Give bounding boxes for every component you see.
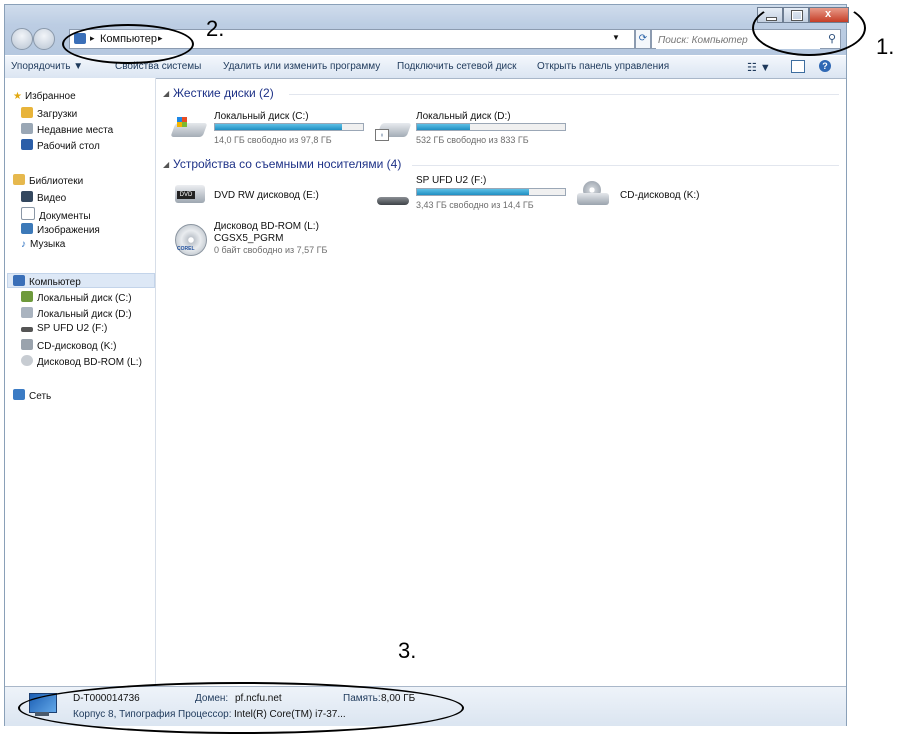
drive-name: SP UFD U2 (F:) — [416, 175, 487, 186]
documents-icon — [21, 207, 35, 220]
usage-fill — [215, 124, 343, 130]
free-space-text: 0 байт свободно из 7,57 ГБ — [214, 245, 328, 255]
hard-drive-icon — [21, 307, 33, 318]
music-icon: ♪ — [21, 239, 26, 250]
sidebar-item-network[interactable]: Сеть — [13, 389, 51, 402]
sidebar-item-desktop[interactable]: Рабочий стол — [21, 139, 100, 152]
preview-pane-icon[interactable] — [791, 60, 805, 73]
star-icon: ★ — [13, 91, 22, 102]
drive-name: Локальный диск (C:) — [214, 111, 309, 122]
divider — [289, 94, 839, 95]
sidebar-item-disk-l[interactable]: Дисковод BD-ROM (L:) — [21, 355, 142, 368]
group-header-removable[interactable]: Устройства со съемными носителями (4) — [173, 157, 401, 171]
chevron-down-icon[interactable]: ▼ — [612, 33, 620, 42]
images-icon — [21, 223, 33, 234]
sidebar-item-downloads[interactable]: Загрузки — [21, 107, 77, 120]
computer-icon — [13, 275, 25, 286]
refresh-button[interactable]: ⟳ — [635, 29, 651, 49]
uninstall-program-button[interactable]: Удалить или изменить программу — [223, 61, 380, 72]
sidebar-item-disk-f[interactable]: SP UFD U2 (F:) — [21, 323, 107, 334]
usage-bar — [416, 188, 566, 196]
sidebar-item-libraries[interactable]: Библиотеки — [13, 174, 83, 187]
sidebar-item-images[interactable]: Изображения — [21, 223, 100, 236]
free-space-text: 14,0 ГБ свободно из 97,8 ГБ — [214, 135, 332, 145]
drive-tile-k[interactable]: CD-дисковод (K:) — [620, 190, 700, 201]
divider — [412, 165, 839, 166]
organize-button[interactable]: Упорядочить ▼ — [11, 61, 83, 72]
collapse-icon[interactable]: ◢ — [163, 160, 169, 169]
drive-name: Локальный диск (D:) — [416, 111, 511, 122]
annotation-ellipse-3 — [18, 682, 464, 734]
back-button[interactable] — [11, 28, 33, 50]
hard-drive-icon: ᵢᵢ — [375, 117, 412, 143]
drive-name: Дисковод BD-ROM (L:) — [214, 221, 319, 232]
sidebar-item-favorites[interactable]: ★ Избранное — [13, 91, 76, 102]
volume-label: CGSX5_PGRM — [214, 233, 284, 244]
desktop-icon — [21, 139, 33, 150]
open-control-panel-button[interactable]: Открыть панель управления — [537, 61, 669, 72]
downloads-folder-icon — [21, 107, 33, 118]
sidebar-item-computer[interactable]: Компьютер — [13, 275, 81, 288]
usage-fill — [417, 189, 530, 195]
sidebar-item-documents[interactable]: Документы — [21, 207, 91, 222]
video-icon — [21, 191, 33, 202]
recent-places-icon — [21, 123, 33, 134]
sidebar-item-disk-k[interactable]: CD-дисковод (K:) — [21, 339, 117, 352]
explorer-window: ▸ Компьютер ▸ ▼ ⟳ ⚲ x Упорядочить ▼ Свой… — [4, 4, 849, 726]
navigation-pane: ★ Избранное Загрузки Недавние места Рабоч… — [5, 78, 156, 686]
cd-drive-icon — [21, 339, 33, 350]
usage-bar — [416, 123, 566, 131]
map-network-drive-button[interactable]: Подключить сетевой диск — [397, 61, 517, 72]
help-icon[interactable]: ? — [819, 60, 831, 72]
usage-bar — [214, 123, 364, 131]
view-options-icon[interactable]: ☷ ▼ — [747, 61, 771, 74]
usb-drive-icon — [375, 191, 409, 217]
sidebar-item-recent[interactable]: Недавние места — [21, 123, 113, 136]
annotation-label-3: 3. — [398, 638, 417, 663]
windows-drive-icon — [170, 115, 208, 141]
annotation-label-1: 1. — [876, 34, 895, 59]
annotation-label-2: 2. — [206, 16, 225, 41]
usage-fill — [417, 124, 471, 130]
drive-tile-e[interactable]: DVD RW дисковод (E:) — [214, 190, 319, 201]
free-space-text: 3,43 ГБ свободно из 14,4 ГБ — [416, 200, 534, 210]
collapse-icon[interactable]: ◢ — [163, 89, 169, 98]
bd-rom-icon — [21, 355, 33, 366]
sidebar-item-video[interactable]: Видео — [21, 191, 66, 204]
sidebar-item-disk-c[interactable]: Локальный диск (C:) — [21, 291, 132, 304]
sidebar-item-disk-d[interactable]: Локальный диск (D:) — [21, 307, 132, 320]
annotation-ellipse-2 — [62, 24, 194, 64]
group-header-hdd[interactable]: Жесткие диски (2) — [173, 86, 274, 100]
cd-drive-icon — [577, 181, 611, 207]
usb-drive-icon — [21, 327, 33, 332]
network-icon — [13, 389, 25, 400]
libraries-icon — [13, 174, 25, 185]
system-drive-icon — [21, 291, 33, 302]
bd-rom-disc-icon: COREL — [173, 222, 209, 256]
dvd-drive-icon: DVD — [173, 181, 207, 207]
annotation-ellipse-1 — [752, 0, 866, 56]
sidebar-item-music[interactable]: ♪ Музыка — [21, 239, 65, 250]
free-space-text: 532 ГБ свободно из 833 ГБ — [416, 135, 529, 145]
forward-button[interactable] — [33, 28, 55, 50]
